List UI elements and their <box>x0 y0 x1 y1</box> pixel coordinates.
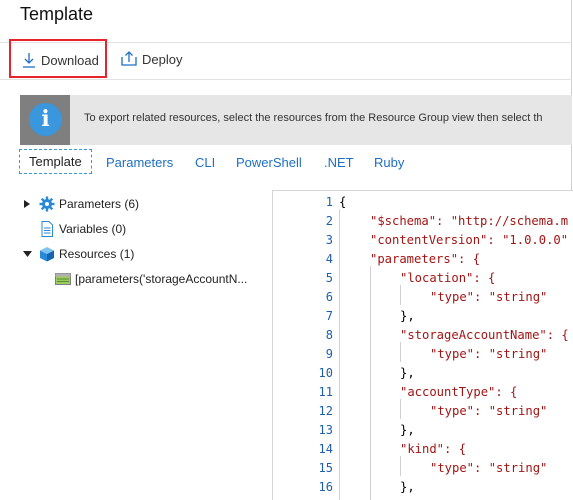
code-line-7: }, <box>400 309 415 323</box>
line-number-gutter: 1 2 3 4 5 6 7 8 9 10 11 12 13 14 15 16 <box>273 191 333 500</box>
line-number: 10 <box>318 366 333 380</box>
line-number: 4 <box>325 252 333 266</box>
code-text: "type": "string" <box>430 347 548 361</box>
download-label: Download <box>41 53 99 68</box>
line-number: 8 <box>325 328 333 342</box>
code-line-11: "accountType": { <box>400 385 517 399</box>
code-text: "type": "string" <box>430 461 548 475</box>
code-line-12: "type": "string" <box>430 404 547 418</box>
line-number: 3 <box>325 233 333 247</box>
code-editor[interactable]: 1 2 3 4 5 6 7 8 9 10 11 12 13 14 15 16 {… <box>272 190 573 500</box>
tab-cli[interactable]: CLI <box>195 155 215 170</box>
code-line-1: { <box>339 195 346 209</box>
code-line-15: "type": "string" <box>430 461 547 475</box>
code-line-14: "kind": { <box>400 442 466 456</box>
chevron-right-icon[interactable] <box>23 196 33 212</box>
line-number: 12 <box>318 404 333 418</box>
indent-guide <box>400 456 401 476</box>
tree-label-variables: Variables (0) <box>59 222 127 236</box>
indent-guide <box>339 209 340 500</box>
code-text: "kind": { <box>400 442 467 456</box>
code-text: "contentVersion": "1.0.0.0" <box>370 233 569 247</box>
tree-item-storage-account[interactable]: [parameters('storageAccountN... <box>55 271 265 287</box>
code-line-2: "$schema": "http://schema.m <box>370 214 568 228</box>
line-number: 7 <box>325 309 333 323</box>
tree-item-variables[interactable]: Variables (0) <box>23 221 263 237</box>
code-line-5: "location": { <box>400 271 495 285</box>
line-number: 6 <box>325 290 333 304</box>
tab-dotnet[interactable]: .NET <box>324 155 354 170</box>
code-text: "type": "string" <box>430 404 548 418</box>
download-button[interactable]: Download <box>9 39 107 78</box>
line-number: 11 <box>318 385 333 399</box>
code-line-13: }, <box>400 423 415 437</box>
code-text: }, <box>400 309 415 323</box>
code-text: "parameters": { <box>370 252 481 266</box>
code-line-4: "parameters": { <box>370 252 480 266</box>
code-text: }, <box>400 423 415 437</box>
tree-label-parameters: Parameters (6) <box>59 197 140 211</box>
code-line-10: }, <box>400 366 415 380</box>
line-number: 16 <box>318 480 333 494</box>
download-icon <box>23 53 35 68</box>
code-text: { <box>339 195 347 209</box>
line-number: 15 <box>318 461 333 475</box>
code-text: "location": { <box>400 271 496 285</box>
code-text: "$schema": "http://schema.m <box>370 214 569 228</box>
tree-label-resources: Resources (1) <box>59 247 135 261</box>
code-line-9: "type": "string" <box>430 347 547 361</box>
info-message: To export related resources, select the … <box>84 112 543 124</box>
tab-parameters[interactable]: Parameters <box>106 155 173 170</box>
tab-template[interactable]: Template <box>19 149 92 174</box>
chevron-down-icon[interactable] <box>23 246 33 262</box>
indent-guide <box>400 285 401 305</box>
info-banner: i To export related resources, select th… <box>20 95 572 145</box>
info-icon-box: i <box>20 95 70 145</box>
line-number: 1 <box>325 195 333 209</box>
indent-guide <box>400 342 401 362</box>
deploy-label: Deploy <box>142 52 183 67</box>
tree-label-storage-account: [parameters('storageAccountN... <box>75 272 248 286</box>
code-line-16: }, <box>400 480 415 494</box>
info-icon: i <box>29 103 62 136</box>
storage-icon <box>55 273 71 285</box>
toolbar-divider <box>0 79 572 80</box>
line-number: 5 <box>325 271 333 285</box>
line-number: 9 <box>325 347 333 361</box>
deploy-button[interactable]: Deploy <box>119 50 189 70</box>
code-line-6: "type": "string" <box>430 290 547 304</box>
code-text: "type": "string" <box>430 290 548 304</box>
code-text: }, <box>400 480 415 494</box>
tab-ruby[interactable]: Ruby <box>374 155 404 170</box>
document-icon <box>41 221 53 237</box>
code-text: }, <box>400 366 415 380</box>
line-number: 14 <box>318 442 333 456</box>
code-line-8: "storageAccountName": { <box>400 328 569 342</box>
upload-icon <box>121 51 137 66</box>
indent-guide <box>370 266 371 500</box>
cube-icon <box>40 247 54 262</box>
gear-icon <box>39 196 55 212</box>
code-text: "storageAccountName": { <box>400 328 569 342</box>
line-number: 2 <box>325 214 333 228</box>
code-line-3: "contentVersion": "1.0.0.0" <box>370 233 568 247</box>
page-title: Template <box>20 4 94 24</box>
line-number: 13 <box>318 423 333 437</box>
tree-item-resources[interactable]: Resources (1) <box>23 246 263 262</box>
tree-item-parameters[interactable]: Parameters (6) <box>23 196 263 212</box>
tab-powershell[interactable]: PowerShell <box>236 155 302 170</box>
code-text: "accountType": { <box>400 385 518 399</box>
indent-guide <box>400 399 401 419</box>
